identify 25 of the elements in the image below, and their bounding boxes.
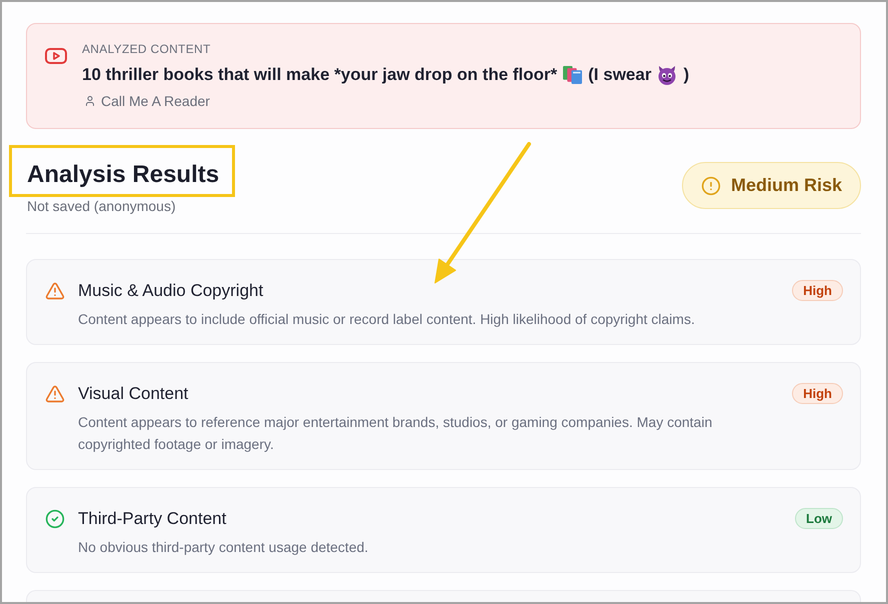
person-icon — [84, 95, 96, 107]
exclamation-circle-icon — [700, 176, 721, 196]
video-title: 10 thriller books that will make *your jaw drop on the floor* — [82, 64, 558, 86]
severity-badge: High — [792, 280, 843, 301]
video-play-icon — [45, 48, 67, 64]
severity-badge: Low — [795, 508, 843, 529]
save-status: Not saved (anonymous) — [27, 197, 177, 216]
section-label: ANALYZED CONTENT — [82, 41, 212, 57]
finding-description: Content appears to reference major entertainment brands, studios, or gaming companies. May contain copyrighted footage or imagery. — [78, 413, 714, 454]
author-name: Call Me A Reader — [101, 92, 210, 111]
finding-title: Visual Content — [78, 383, 190, 405]
severity-badge: High — [792, 383, 843, 404]
warning-icon — [45, 281, 65, 301]
warning-icon — [45, 384, 65, 404]
finding-title: Third-Party Content — [78, 508, 228, 530]
devil-face-icon — [657, 65, 678, 85]
video-title: ) — [683, 64, 690, 86]
books-icon — [563, 66, 582, 84]
finding-title: Music & Audio Copyright — [78, 280, 264, 302]
results-heading: Analysis Results — [27, 160, 220, 190]
risk-level-label: Medium Risk — [730, 175, 842, 196]
finding-description: Content appears to include official music or record label content. High likelihood of copyright claims. — [78, 310, 696, 329]
video-title: (I swear — [588, 64, 652, 86]
check-circle-icon — [45, 509, 65, 529]
finding-description: No obvious third-party content usage detected. — [78, 538, 370, 557]
